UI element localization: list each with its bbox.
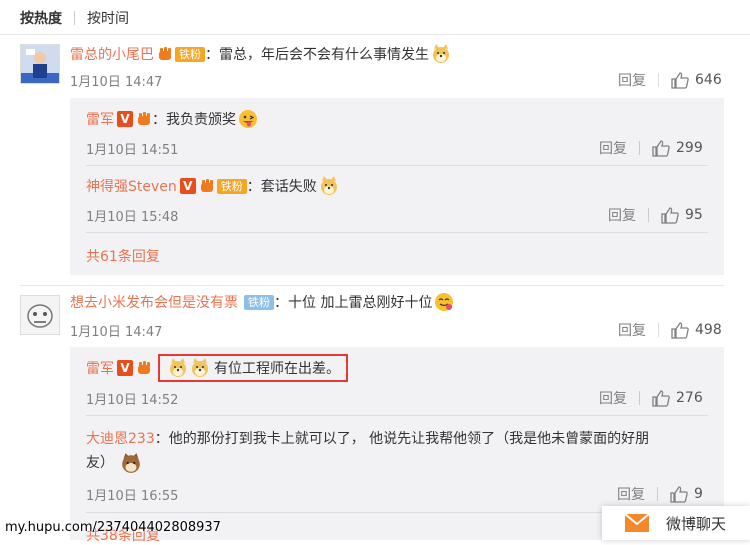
reply-divider [86, 415, 708, 416]
doge-emoji-icon [170, 358, 186, 377]
tongue-emoji-icon [239, 110, 257, 128]
comment-time: 1月10日 14:47 [70, 75, 163, 90]
comment-line: 雷总的小尾巴 铁粉 ：雷总，年后会不会有什么事情发生 [70, 44, 451, 64]
reply-actions: 回复 276 [599, 388, 703, 408]
action-divider [658, 73, 659, 87]
reply-thread: 雷军 V ：我负责颁奖 1月10日 14:51 回复 299 神得强Steven… [70, 98, 724, 275]
action-divider [657, 487, 658, 501]
fan-badge: 铁粉 [175, 46, 205, 62]
reply-line: 雷军 V 有位工程师在出差。 [86, 354, 348, 382]
reply-button[interactable]: 回复 [618, 70, 646, 90]
weibo-chat-widget[interactable]: 微博聊天 [602, 506, 750, 540]
comment-actions: 回复 498 [618, 320, 722, 340]
fist-badge-icon [200, 179, 213, 192]
cat-emoji-icon [122, 453, 141, 473]
reply-button[interactable]: 回复 [599, 138, 627, 158]
reply-text: ：他的那份打到我卡上就可以了， 他说先让我帮他领了（我是他未曾蒙面的好朋 [154, 431, 650, 447]
verified-v-badge: V [179, 178, 196, 194]
reply-username[interactable]: 大迪恩233 [86, 431, 155, 447]
like-count: 95 [685, 207, 703, 223]
comment-actions: 回复 646 [618, 70, 722, 90]
reply-line: 大迪恩233：他的那份打到我卡上就可以了， 他说先让我帮他领了（我是他未曾蒙面的… [86, 427, 706, 475]
thumb-up-icon[interactable] [661, 206, 679, 224]
yum-emoji-icon [435, 293, 454, 311]
highlighted-reply-box: 有位工程师在出差。 [158, 354, 348, 382]
action-divider [639, 391, 640, 405]
reply-text: 有位工程师在出差。 [214, 361, 340, 377]
fan-badge: 铁粉 [244, 294, 274, 310]
reply-text: ：我负责颁奖 [152, 112, 236, 128]
doge-emoji-icon [192, 358, 208, 377]
thumb-up-icon[interactable] [671, 71, 689, 89]
tab-by-time[interactable]: 按时间 [87, 8, 129, 28]
reply-divider [86, 165, 708, 166]
chat-label: 微博聊天 [666, 514, 727, 533]
thumb-up-icon[interactable] [652, 139, 670, 157]
sort-tabs: 按热度 按时间 [20, 8, 129, 28]
reply-username[interactable]: 神得强Steven [86, 176, 177, 196]
like-count: 9 [694, 486, 703, 502]
reply-text: ：套话失败 [246, 179, 317, 195]
like-count: 299 [676, 140, 703, 156]
action-divider [639, 141, 640, 155]
comment-username[interactable]: 想去小米发布会但是没有票 [70, 292, 238, 312]
reply-text-cont: 友） [86, 455, 114, 471]
doge-emoji-icon [320, 176, 337, 195]
reply-button[interactable]: 回复 [617, 484, 645, 504]
reply-actions: 回复 95 [608, 205, 703, 225]
fist-badge-icon [159, 47, 171, 60]
reply-line: 雷军 V ：我负责颁奖 [86, 109, 258, 129]
tabs-divider [0, 34, 750, 35]
more-replies-link[interactable]: 共61条回复 [86, 246, 160, 266]
comment-text: ：雷总，年后会不会有什么事情发生 [205, 47, 429, 63]
reply-button[interactable]: 回复 [608, 205, 636, 225]
thumb-up-icon[interactable] [670, 485, 688, 503]
avatar[interactable] [20, 295, 60, 335]
avatar-person-icon [21, 45, 59, 83]
reply-actions: 回复 299 [599, 138, 703, 158]
fist-badge-icon [138, 112, 150, 125]
reply-divider [86, 232, 708, 233]
tab-divider [74, 11, 75, 25]
comment-line: 想去小米发布会但是没有票 铁粉 ：十位 加上雷总刚好十位 [70, 292, 454, 312]
avatar[interactable] [20, 44, 60, 84]
watermark: my.hupu.com/237404402808937 [5, 520, 221, 535]
action-divider [648, 208, 649, 222]
comment-time: 1月10日 14:47 [70, 325, 163, 340]
reply-button[interactable]: 回复 [599, 388, 627, 408]
action-divider [658, 323, 659, 337]
like-count: 276 [676, 390, 703, 406]
avatar-doodle-icon [21, 296, 59, 334]
fist-badge-icon [138, 361, 150, 374]
comment-text: ：十位 加上雷总刚好十位 [274, 295, 433, 311]
reply-line: 神得强Steven V 铁粉 ：套话失败 [86, 176, 339, 196]
reply-time: 1月10日 15:48 [86, 210, 179, 225]
reply-button[interactable]: 回复 [618, 320, 646, 340]
thumb-up-icon[interactable] [652, 389, 670, 407]
reply-time: 1月10日 14:51 [86, 143, 179, 158]
mail-icon [624, 513, 650, 532]
reply-time: 1月10日 16:55 [86, 489, 179, 504]
verified-v-badge: V [117, 111, 133, 127]
reply-username[interactable]: 雷军 [86, 109, 114, 129]
thumb-up-icon[interactable] [671, 321, 689, 339]
fan-badge: 铁粉 [216, 178, 247, 194]
like-count: 646 [695, 72, 722, 88]
verified-v-badge: V [117, 360, 133, 376]
doge-emoji-icon [433, 44, 449, 63]
like-count: 498 [695, 322, 722, 338]
reply-time: 1月10日 14:52 [86, 393, 179, 408]
reply-actions: 回复 9 [617, 484, 703, 504]
comment-divider [20, 285, 724, 286]
tab-by-hot[interactable]: 按热度 [20, 8, 62, 28]
reply-username[interactable]: 雷军 [86, 358, 114, 378]
comment-username[interactable]: 雷总的小尾巴 [70, 44, 154, 64]
